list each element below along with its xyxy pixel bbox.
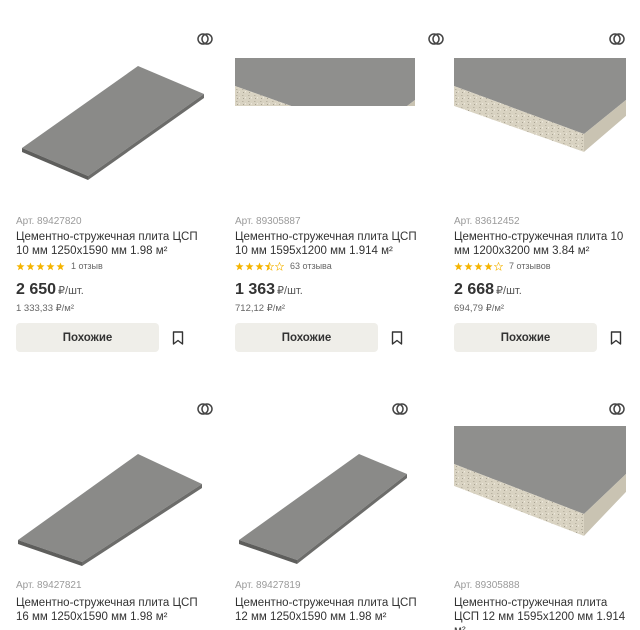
price-value: 1 363 [235,281,276,298]
closeup-image [235,58,415,180]
similar-button[interactable]: Похожие [16,323,159,352]
star-icon [474,261,483,270]
star-icon [26,261,35,270]
product-rating[interactable]: 7 отзывов [454,260,551,272]
price-value: 2 650 [16,281,57,298]
product-sku: Арт. 89305887 [235,216,301,227]
star-icon [46,261,55,270]
product-sku: Арт. 89427821 [16,580,82,591]
product-image[interactable] [16,426,206,566]
product-title[interactable]: Цементно-стружечная плита ЦСП 12 мм 1250… [235,596,431,624]
product-sku: Арт. 89427819 [235,580,301,591]
product-sku: Арт. 83612452 [454,216,520,227]
product-image[interactable] [235,58,425,180]
star-icon [484,261,493,270]
star-half-icon [265,261,274,271]
product-price: 2 668 ₽/шт. [454,281,522,299]
star-icon [464,261,473,270]
price-per-m2: 694,79 ₽/м² [454,303,505,314]
star-icon [255,261,264,270]
compare-rings-icon[interactable] [427,30,445,48]
star-empty-icon [275,261,284,271]
bookmark-icon[interactable] [391,331,403,345]
price-value: 2 668 [454,281,495,298]
star-icon [245,261,254,270]
bookmark-icon[interactable] [172,331,184,345]
star-icon [235,261,244,270]
closeup-image [454,426,626,566]
similar-button[interactable]: Похожие [235,323,378,352]
product-title[interactable]: Цементно-стружечная плита 10 мм 1200x320… [454,230,624,258]
product-price: 1 363 ₽/шт. [235,281,303,299]
compare-rings-icon[interactable] [196,400,214,418]
compare-rings-icon[interactable] [608,30,626,48]
star-icon [36,261,45,270]
product-image[interactable] [454,426,640,566]
price-unit: ₽/шт. [496,285,522,297]
closeup-image [454,58,626,180]
similar-button[interactable]: Похожие [454,323,597,352]
product-image[interactable] [454,58,640,180]
compare-rings-icon[interactable] [608,400,626,418]
price-per-m2: 712,12 ₽/м² [235,303,286,314]
flat-sheet-image [239,454,407,564]
price-unit: ₽/шт. [58,285,84,297]
bookmark-icon[interactable] [610,331,622,345]
review-count[interactable]: 1 отзыв [71,261,103,271]
review-count[interactable]: 63 отзыва [290,261,332,271]
product-sku: Арт. 89427820 [16,216,82,227]
product-rating[interactable]: 63 отзыва [235,260,332,272]
product-image[interactable] [235,426,425,566]
product-rating[interactable]: 1 отзыв [16,260,103,272]
product-title[interactable]: Цементно-стружечная плита ЦСП 10 мм 1250… [16,230,212,258]
star-icon [16,261,25,270]
product-sku: Арт. 89305888 [454,580,520,591]
product-title[interactable]: Цементно-стружечная плита ЦСП 10 мм 1595… [235,230,431,258]
product-title[interactable]: Цементно-стружечная плита ЦСП 16 мм 1250… [16,596,212,624]
price-unit: ₽/шт. [277,285,303,297]
compare-rings-icon[interactable] [196,30,214,48]
star-icon [454,261,463,270]
product-price: 2 650 ₽/шт. [16,281,84,299]
review-count[interactable]: 7 отзывов [509,261,551,271]
flat-sheet-image [18,454,202,566]
star-icon [56,261,65,270]
product-title[interactable]: Цементно-стружечная плита ЦСП 12 мм 1595… [454,596,634,630]
price-per-m2: 1 333,33 ₽/м² [16,303,74,314]
compare-rings-icon[interactable] [391,400,409,418]
flat-sheet-image [22,66,204,180]
product-image[interactable] [16,30,206,180]
star-empty-icon [494,261,503,271]
product-grid: Арт. 89427820 Цементно-стружечная плита … [0,0,640,630]
